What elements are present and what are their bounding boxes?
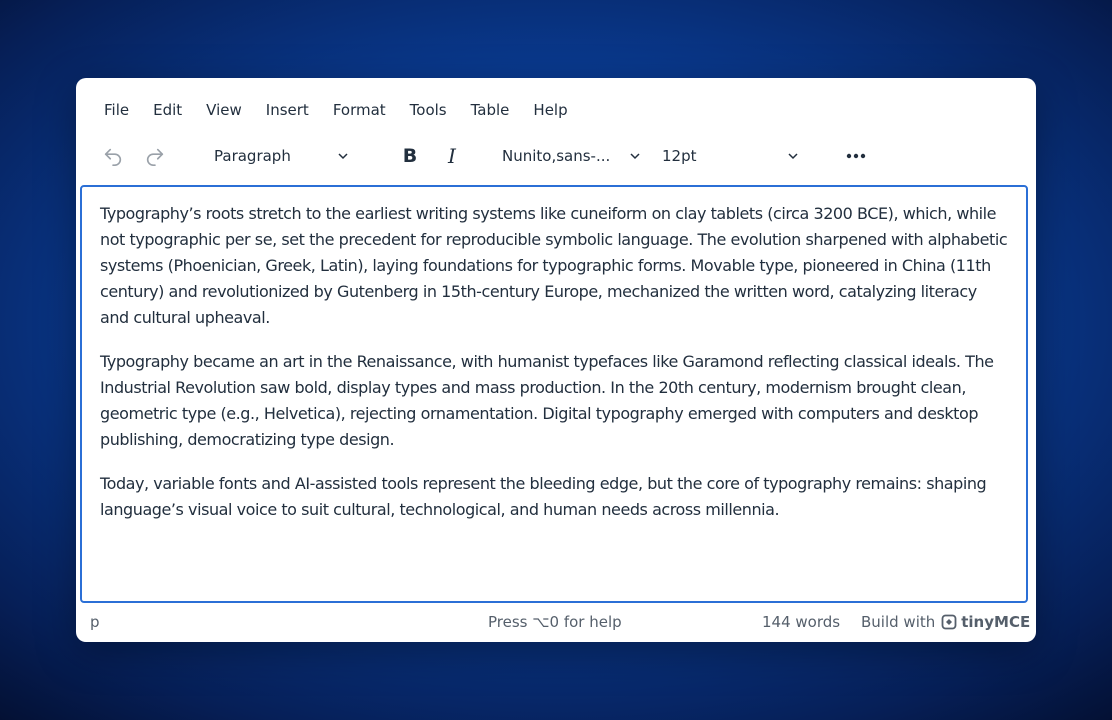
chevron-down-icon: [628, 149, 642, 167]
build-with-label: Build with: [861, 613, 936, 631]
menu-view[interactable]: View: [194, 98, 254, 122]
menu-edit[interactable]: Edit: [141, 98, 194, 122]
help-hint: Press ⌥0 for help: [488, 613, 622, 631]
editor-content-area[interactable]: Typography’s roots stretch to the earlie…: [80, 185, 1028, 603]
editor-window: File Edit View Insert Format Tools Table…: [76, 78, 1036, 642]
chevron-down-icon: [786, 149, 800, 167]
menu-file[interactable]: File: [92, 98, 141, 122]
block-format-select[interactable]: Paragraph: [206, 138, 354, 174]
menu-table[interactable]: Table: [459, 98, 522, 122]
font-size-value: 12pt: [662, 147, 697, 165]
block-format-value: Paragraph: [214, 147, 291, 165]
menu-format[interactable]: Format: [321, 98, 398, 122]
redo-button[interactable]: [140, 138, 170, 174]
bold-button[interactable]: B: [392, 138, 428, 174]
undo-icon: [102, 145, 124, 167]
font-size-select[interactable]: 12pt: [656, 138, 804, 174]
paragraph[interactable]: Typography’s roots stretch to the earlie…: [100, 201, 1010, 331]
menu-tools[interactable]: Tools: [398, 98, 459, 122]
chevron-down-icon: [336, 149, 350, 167]
paragraph[interactable]: Typography became an art in the Renaissa…: [100, 349, 1010, 453]
font-family-select[interactable]: Nunito,sans-...: [496, 138, 646, 174]
element-path[interactable]: p: [90, 613, 100, 631]
tinymce-logo-icon: [941, 614, 957, 630]
redo-icon: [144, 145, 166, 167]
italic-button[interactable]: I: [434, 138, 470, 174]
more-horizontal-icon: [845, 152, 867, 160]
menubar: File Edit View Insert Format Tools Table…: [92, 98, 580, 122]
paragraph[interactable]: Today, variable fonts and AI-assisted to…: [100, 471, 1010, 523]
branding-link[interactable]: Build with tinyMCE: [861, 613, 1030, 631]
undo-button[interactable]: [98, 138, 128, 174]
menu-insert[interactable]: Insert: [254, 98, 321, 122]
menu-help[interactable]: Help: [521, 98, 579, 122]
toolbar: Paragraph B I Nunito,sans-... 12pt: [92, 138, 1022, 174]
word-count[interactable]: 144 words: [762, 613, 840, 631]
statusbar: p Press ⌥0 for help 144 words Build with…: [76, 610, 1036, 634]
more-button[interactable]: [838, 138, 874, 174]
brand-name: tinyMCE: [961, 613, 1031, 631]
font-family-value: Nunito,sans-...: [502, 147, 611, 165]
